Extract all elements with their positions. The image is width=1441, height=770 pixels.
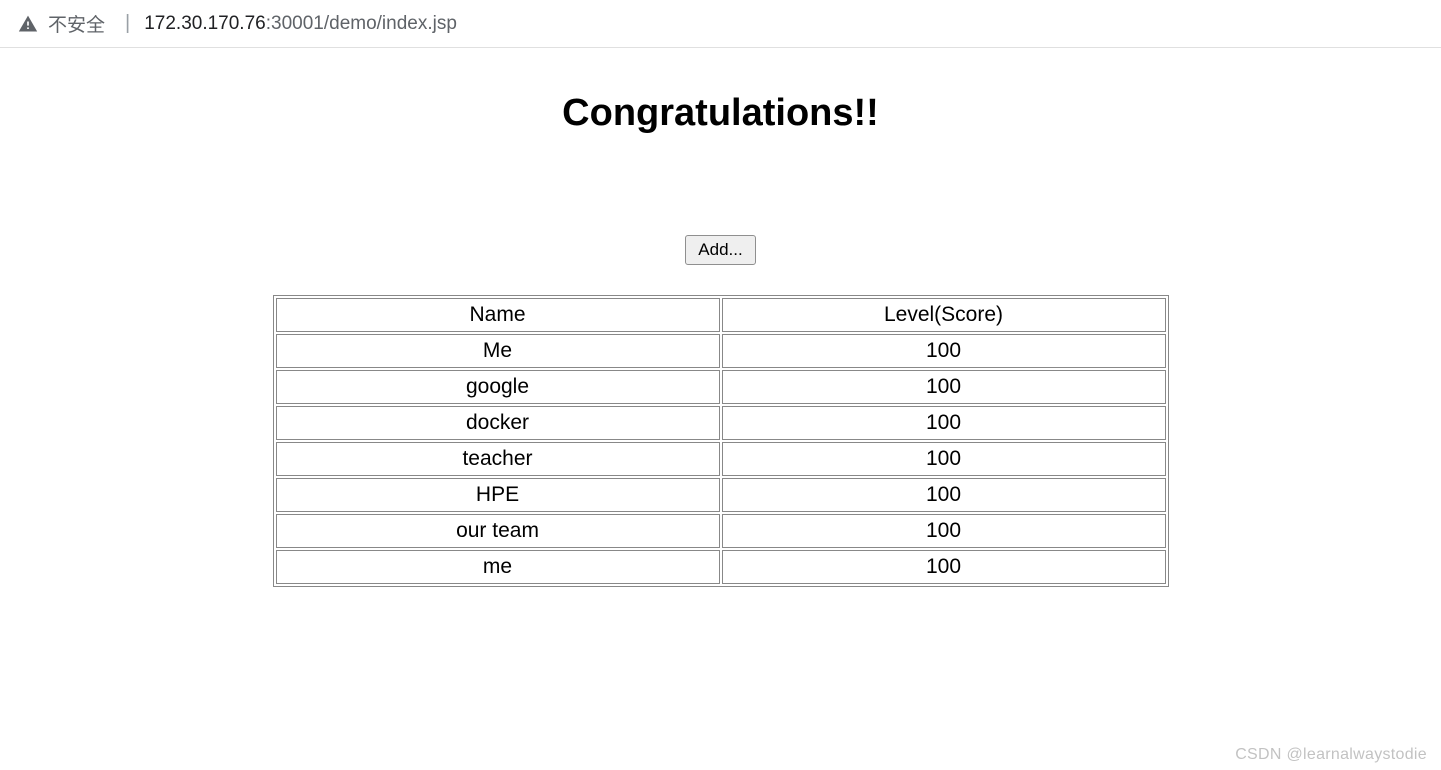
cell-name: google [276, 370, 720, 404]
address-divider: | [125, 12, 130, 35]
table-header-row: NameLevel(Score) [276, 298, 1166, 332]
table-row: HPE100 [276, 478, 1166, 512]
cell-level: 100 [722, 514, 1166, 548]
cell-name: docker [276, 406, 720, 440]
browser-address-bar[interactable]: 不安全 | 172.30.170.76:30001/demo/index.jsp [0, 0, 1441, 48]
table-row: me100 [276, 550, 1166, 584]
url-text[interactable]: 172.30.170.76:30001/demo/index.jsp [144, 13, 457, 35]
table-row: Me100 [276, 334, 1166, 368]
not-secure-icon [18, 14, 38, 34]
not-secure-label: 不安全 [48, 10, 105, 37]
cell-name: me [276, 550, 720, 584]
cell-name: our team [276, 514, 720, 548]
col-header-level: Level(Score) [722, 298, 1166, 332]
cell-level: 100 [722, 334, 1166, 368]
cell-level: 100 [722, 550, 1166, 584]
cell-level: 100 [722, 406, 1166, 440]
cell-name: teacher [276, 442, 720, 476]
page-title: Congratulations!! [0, 92, 1441, 135]
watermark-text: CSDN @learnalwaystodie [1235, 746, 1427, 764]
url-path: :30001/demo/index.jsp [266, 13, 457, 34]
table-row: our team100 [276, 514, 1166, 548]
page-content: Congratulations!! Add... NameLevel(Score… [0, 48, 1441, 587]
col-header-name: Name [276, 298, 720, 332]
add-button[interactable]: Add... [685, 235, 755, 265]
table-row: teacher100 [276, 442, 1166, 476]
table-row: docker100 [276, 406, 1166, 440]
cell-level: 100 [722, 478, 1166, 512]
table-row: google100 [276, 370, 1166, 404]
cell-level: 100 [722, 442, 1166, 476]
cell-name: Me [276, 334, 720, 368]
score-table: NameLevel(Score)Me100google100docker100t… [273, 295, 1169, 587]
url-host: 172.30.170.76 [144, 13, 266, 34]
cell-name: HPE [276, 478, 720, 512]
cell-level: 100 [722, 370, 1166, 404]
